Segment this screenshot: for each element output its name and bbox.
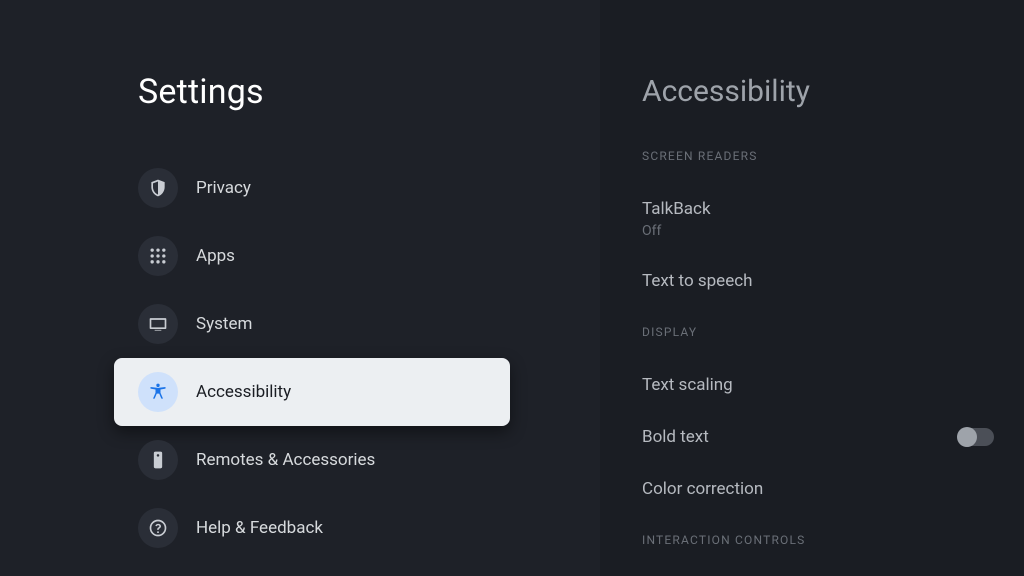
setting-title: Bold text [642, 427, 709, 447]
section-header-screen-readers: SCREEN READERS [642, 149, 994, 163]
toggle-knob [957, 427, 977, 447]
apps-icon [138, 236, 178, 276]
setting-subtitle: Off [642, 223, 994, 239]
shield-icon [138, 168, 178, 208]
sidebar-item-label: Help & Feedback [196, 518, 323, 538]
sidebar-item-help[interactable]: Help & Feedback [0, 494, 600, 562]
sidebar-item-label: Accessibility [196, 382, 291, 402]
remote-icon [138, 440, 178, 480]
sidebar-item-remotes[interactable]: Remotes & Accessories [0, 426, 600, 494]
setting-title: Text to speech [642, 271, 994, 291]
sidebar-item-label: Remotes & Accessories [196, 450, 375, 470]
accessibility-icon [138, 372, 178, 412]
section-header-interaction-controls: INTERACTION CONTROLS [642, 533, 994, 547]
setting-text-to-speech[interactable]: Text to speech [642, 255, 994, 307]
bold-text-toggle[interactable] [958, 428, 994, 446]
setting-bold-text[interactable]: Bold text [642, 411, 994, 463]
sidebar-item-label: Privacy [196, 178, 251, 198]
spacer [642, 307, 994, 325]
setting-title: Color correction [642, 479, 994, 499]
tv-icon [138, 304, 178, 344]
sidebar-item-label: Apps [196, 246, 235, 266]
setting-text-scaling[interactable]: Text scaling [642, 359, 994, 411]
setting-color-correction[interactable]: Color correction [642, 463, 994, 515]
help-icon [138, 508, 178, 548]
settings-title: Settings [138, 72, 600, 112]
detail-pane: Accessibility SCREEN READERS TalkBack Of… [600, 0, 1024, 576]
setting-title: Text scaling [642, 375, 994, 395]
sidebar-item-label: System [196, 314, 252, 334]
detail-title: Accessibility [642, 74, 994, 109]
sidebar-item-accessibility[interactable]: Accessibility [114, 358, 510, 426]
settings-list: Privacy Apps System Accessibility [0, 154, 600, 562]
section-header-display: DISPLAY [642, 325, 994, 339]
sidebar-item-system[interactable]: System [0, 290, 600, 358]
settings-app: Settings Privacy Apps System [0, 0, 1024, 576]
setting-talkback[interactable]: TalkBack Off [642, 183, 994, 255]
sidebar-item-privacy[interactable]: Privacy [0, 154, 600, 222]
spacer [642, 515, 994, 533]
setting-title: TalkBack [642, 199, 994, 219]
sidebar-item-apps[interactable]: Apps [0, 222, 600, 290]
settings-sidebar: Settings Privacy Apps System [0, 0, 600, 576]
